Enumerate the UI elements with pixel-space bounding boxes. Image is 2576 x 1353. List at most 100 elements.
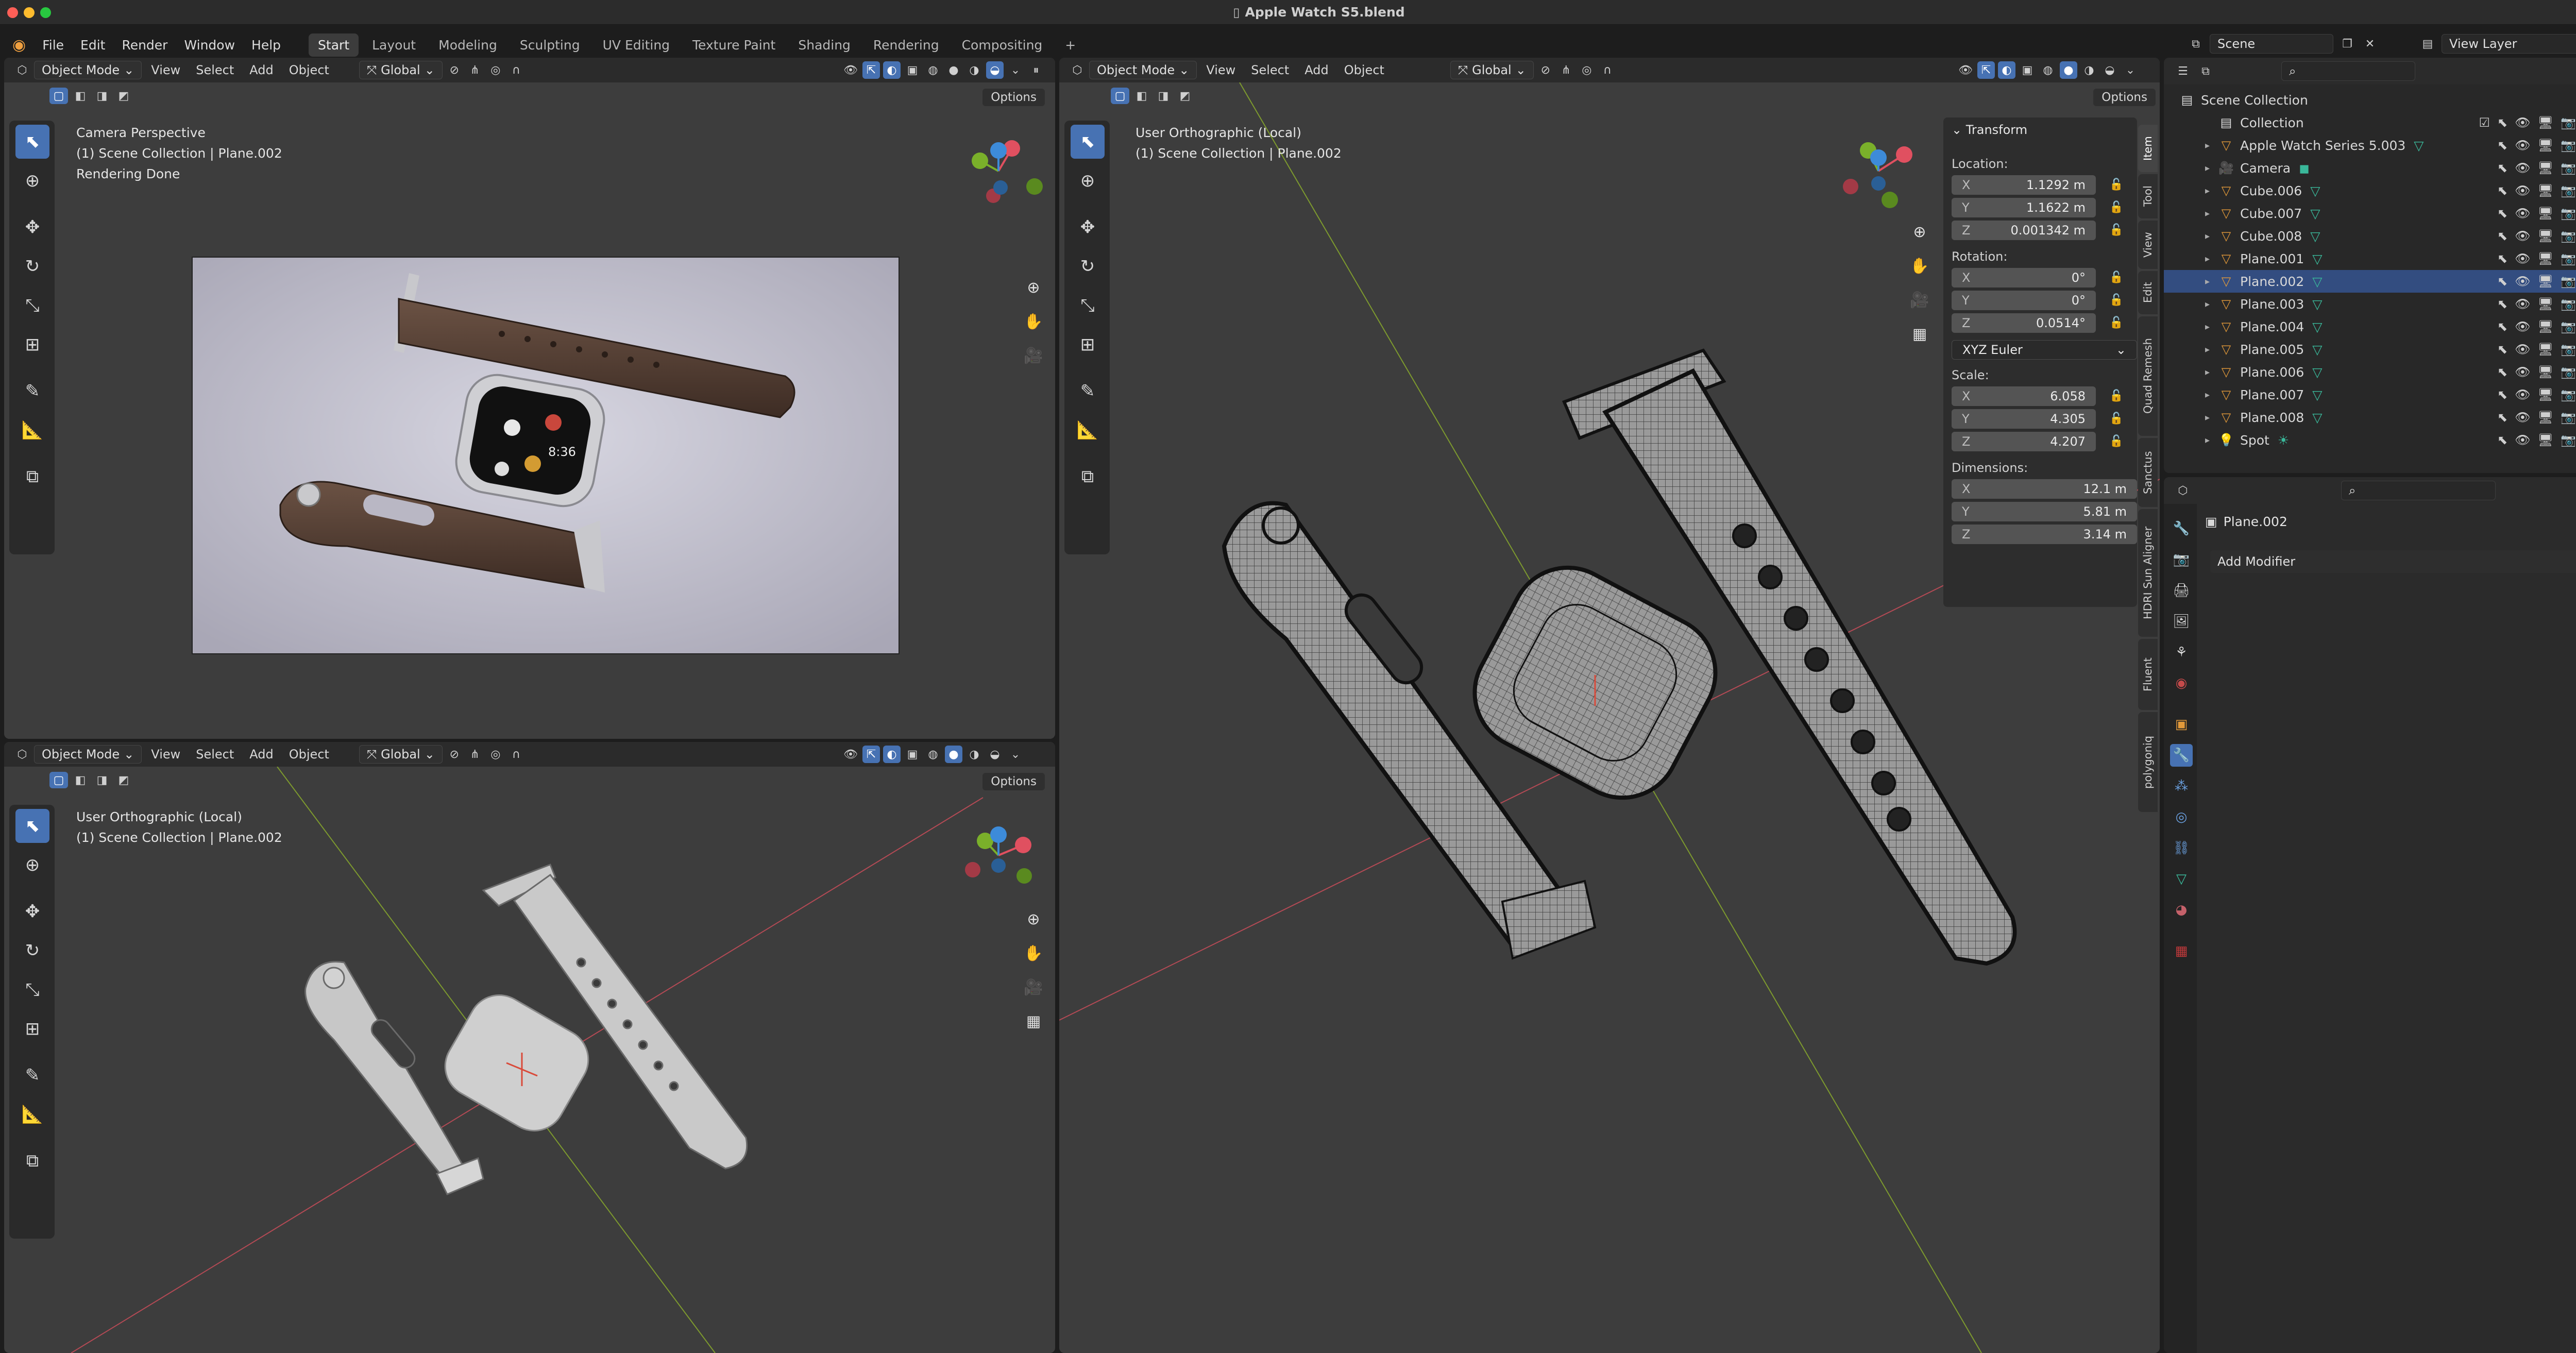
viewport-toggle-icon[interactable]: 🖥 xyxy=(2538,297,2553,311)
output-props-icon[interactable]: 🖨 xyxy=(2170,579,2193,602)
location-z-field[interactable]: Z 0.001342 m xyxy=(1952,221,2096,240)
menu-view[interactable]: View xyxy=(1200,61,1242,79)
workspace-tab-uv-editing[interactable]: UV Editing xyxy=(594,33,679,57)
zoom-icon[interactable]: ⊕ xyxy=(1905,217,1934,246)
menu-file[interactable]: File xyxy=(35,35,71,56)
eye-icon[interactable]: 👁 xyxy=(2515,410,2530,425)
ortho-grid-icon[interactable]: ▦ xyxy=(1019,1007,1048,1036)
shading-options-icon[interactable]: ⌄ xyxy=(2122,61,2139,79)
viewport-toggle-icon[interactable]: 🖥 xyxy=(2538,229,2553,243)
lock-icon[interactable]: 🔓 xyxy=(2109,435,2123,448)
measure-tool-icon[interactable]: 📐 xyxy=(15,1097,49,1131)
new-scene-icon[interactable]: ❐ xyxy=(2338,35,2356,53)
rendered-shading-icon[interactable]: ◒ xyxy=(986,746,1004,763)
orientation-dropdown[interactable]: ⤧ Global ⌄ xyxy=(359,61,443,79)
menu-select[interactable]: Select xyxy=(1245,61,1295,79)
viewport-user-ortho[interactable]: ⬡ Object Mode ⌄ View Select Add Object ⤧ G… xyxy=(4,742,1055,1353)
viewport-toggle-icon[interactable]: 🖥 xyxy=(2538,387,2553,402)
measure-tool-icon[interactable]: 📐 xyxy=(1071,413,1105,447)
move-tool-icon[interactable]: ✥ xyxy=(15,210,49,244)
solid-shading-icon[interactable]: ● xyxy=(945,61,962,79)
select-toggle-icon[interactable]: ⬉ xyxy=(2497,319,2507,334)
eye-icon[interactable]: 👁 xyxy=(2515,161,2530,175)
location-y-field[interactable]: Y 1.1622 m xyxy=(1952,198,2096,217)
eye-icon[interactable]: 👁 xyxy=(2515,387,2530,402)
rotation-x-field[interactable]: X 0° xyxy=(1952,268,2096,287)
render-toggle-icon[interactable]: 📷 xyxy=(2561,433,2576,447)
sidebar-tab-tool[interactable]: Tool xyxy=(2138,174,2158,218)
cursor-tool-icon[interactable]: ⊕ xyxy=(15,848,49,882)
gizmo-toggle-icon[interactable]: ⇱ xyxy=(1977,61,1995,79)
ortho-grid-icon[interactable]: ▦ xyxy=(1905,319,1934,348)
workspace-tab-rendering[interactable]: Rendering xyxy=(864,33,948,57)
eye-icon[interactable]: 👁 xyxy=(2515,138,2530,153)
rotation-y-field[interactable]: Y 0° xyxy=(1952,291,2096,310)
object-data-icon[interactable]: ▽ xyxy=(2312,297,2322,312)
render-toggle-icon[interactable]: 📷 xyxy=(2561,161,2576,175)
mode-dropdown[interactable]: Object Mode ⌄ xyxy=(34,745,142,764)
material-shading-icon[interactable]: ◑ xyxy=(965,746,983,763)
menu-add[interactable]: Add xyxy=(243,61,279,79)
menu-object[interactable]: Object xyxy=(283,61,335,79)
outliner-row[interactable]: ▸ 💡 Spot ☀ ⬉ 👁 🖥 📷 xyxy=(2164,429,2576,451)
outliner-row[interactable]: ▸ ▽ Plane.007 ▽ ⬉ 👁 🖥 📷 xyxy=(2164,383,2576,406)
viewport-toggle-icon[interactable]: 🖥 xyxy=(2538,161,2553,175)
zoom-icon[interactable]: ⊕ xyxy=(1019,273,1048,302)
expand-arrow-icon[interactable]: ▸ xyxy=(2205,299,2218,310)
workspace-tab-shading[interactable]: Shading xyxy=(789,33,860,57)
eye-icon[interactable]: 👁 xyxy=(2515,342,2530,357)
navigation-gizmo[interactable] xyxy=(947,130,1050,223)
object-data-icon[interactable]: ▽ xyxy=(2312,342,2322,357)
modifier-props-icon[interactable]: 🔧 xyxy=(2170,744,2193,767)
rendered-shading-icon[interactable]: ◒ xyxy=(986,61,1004,79)
camera-view-icon[interactable]: 🎥 xyxy=(1905,285,1934,314)
object-props-icon[interactable]: ▣ xyxy=(2170,713,2193,736)
falloff-icon[interactable]: ∩ xyxy=(1599,61,1616,79)
properties-search-input[interactable]: ⌕ xyxy=(2341,481,2496,500)
sidebar-tab-item[interactable]: Item xyxy=(2138,125,2158,172)
outliner-row[interactable]: ▸ 🎥 Camera ◼ ⬉ 👁 🖥 📷 xyxy=(2164,157,2576,179)
outliner-row[interactable]: ▸ ▽ Plane.002 ▽ ⬉ 👁 🖥 📷 xyxy=(2164,270,2576,293)
sidebar-tab-edit[interactable]: Edit xyxy=(2138,271,2158,314)
gizmo-toggle-icon[interactable]: ⇱ xyxy=(862,61,880,79)
select-toggle-icon[interactable]: ⬉ xyxy=(2497,206,2507,221)
sidebar-tab-hdri-sun-aligner[interactable]: HDRI Sun Aligner xyxy=(2138,509,2158,637)
lock-icon[interactable]: 🔓 xyxy=(2109,178,2123,191)
delete-scene-icon[interactable]: ✕ xyxy=(2361,35,2379,53)
editor-type-icon[interactable]: ⬡ xyxy=(13,746,31,763)
viewport-toggle-icon[interactable]: 🖥 xyxy=(2538,365,2553,379)
viewport-toggle-icon[interactable]: 🖥 xyxy=(2538,183,2553,198)
rotate-tool-icon[interactable]: ↻ xyxy=(1071,249,1105,283)
wireframe-shading-icon[interactable]: ◍ xyxy=(924,61,942,79)
lock-icon[interactable]: 🔓 xyxy=(2109,316,2123,329)
scale-z-field[interactable]: Z 4.207 xyxy=(1952,432,2096,451)
solid-shading-icon[interactable]: ● xyxy=(945,746,962,763)
expand-arrow-icon[interactable]: ▸ xyxy=(2205,276,2218,287)
dimension-z-field[interactable]: Z 3.14 m xyxy=(1952,525,2137,544)
eye-icon[interactable]: 👁 xyxy=(2515,206,2530,221)
xray-icon[interactable]: ▣ xyxy=(904,61,921,79)
select-toggle-icon[interactable]: ⬉ xyxy=(2497,183,2507,198)
transform-tool-icon[interactable]: ⊞ xyxy=(1071,328,1105,362)
select-toggle-icon[interactable]: ⬉ xyxy=(2497,387,2507,402)
select-toggle-icon[interactable]: ⬉ xyxy=(2497,365,2507,379)
menu-edit[interactable]: Edit xyxy=(73,35,112,56)
overlay-toggle-icon[interactable]: ◐ xyxy=(883,61,901,79)
minimize-window-button[interactable] xyxy=(24,7,35,18)
outliner-row[interactable]: ▸ ▽ Apple Watch Series 5.003 ▽ ⬉ 👁 🖥 📷 xyxy=(2164,134,2576,157)
menu-select[interactable]: Select xyxy=(190,745,240,764)
pivot-icon[interactable]: ⊘ xyxy=(446,746,463,763)
object-data-icon[interactable]: ☀ xyxy=(2278,433,2289,448)
menu-select[interactable]: Select xyxy=(190,61,240,79)
expand-arrow-icon[interactable]: ▸ xyxy=(2205,253,2218,264)
menu-render[interactable]: Render xyxy=(114,35,175,56)
expand-arrow-icon[interactable]: ▸ xyxy=(2205,163,2218,174)
lock-icon[interactable]: 🔓 xyxy=(2109,224,2123,236)
transform-tool-icon[interactable]: ⊞ xyxy=(15,328,49,362)
viewport-toggle-icon[interactable]: 🖥 xyxy=(2538,115,2553,130)
viewport-toggle-icon[interactable]: 🖥 xyxy=(2538,433,2553,447)
menu-view[interactable]: View xyxy=(145,61,187,79)
render-toggle-icon[interactable]: 📷 xyxy=(2561,365,2576,379)
falloff-icon[interactable]: ∩ xyxy=(507,61,525,79)
eye-icon[interactable]: 👁 xyxy=(2515,183,2530,198)
